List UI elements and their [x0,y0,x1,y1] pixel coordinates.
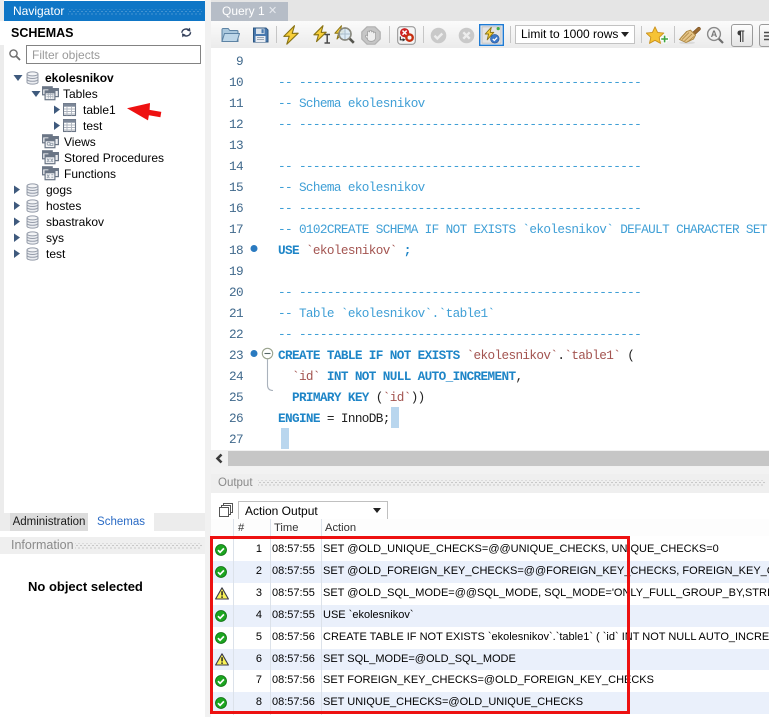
svg-text:A: A [711,29,718,39]
